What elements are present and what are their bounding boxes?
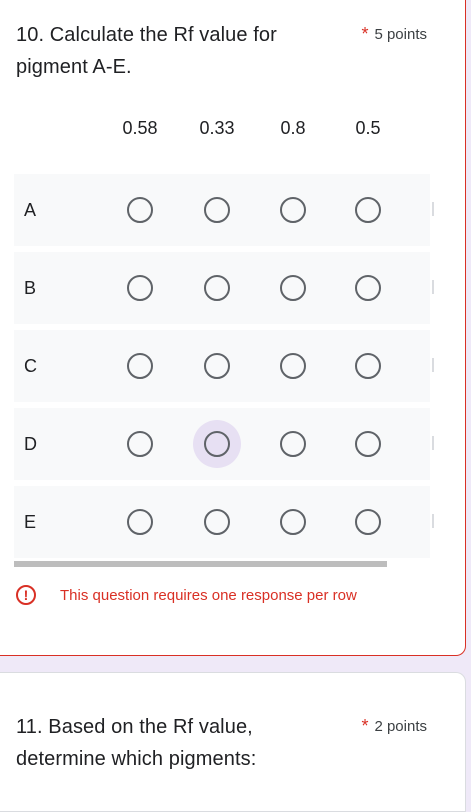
grid-row-a: A — [14, 174, 434, 246]
radio-circle-icon — [204, 197, 230, 223]
grid-row-c: C — [14, 330, 434, 402]
radio-a-0.58[interactable] — [116, 186, 164, 234]
row-label: C — [24, 356, 37, 376]
radio-e-0.58[interactable] — [116, 498, 164, 546]
row-label: E — [24, 512, 37, 532]
grid-row-b: B — [14, 252, 434, 324]
radio-circle-icon — [127, 509, 153, 535]
radio-circle-icon — [280, 197, 306, 223]
question-header: 11. Based on the Rf value, determine whi… — [16, 711, 451, 775]
radio-circle-icon — [204, 353, 230, 379]
grid-row-e: E — [14, 486, 434, 558]
radio-d-0.58[interactable] — [116, 420, 164, 468]
points-label: 2 points — [374, 718, 427, 735]
radio-e-0.5[interactable] — [344, 498, 392, 546]
radio-a-0.5[interactable] — [344, 186, 392, 234]
radio-circle-icon — [280, 353, 306, 379]
radio-c-0.5[interactable] — [344, 342, 392, 390]
radio-circle-icon — [355, 431, 381, 457]
radio-e-0.33[interactable] — [193, 498, 241, 546]
column-header: 0.58 — [122, 118, 158, 138]
row-edge-divider — [432, 280, 434, 294]
radio-c-0.33[interactable] — [193, 342, 241, 390]
radio-circle-icon — [280, 509, 306, 535]
radio-b-0.8[interactable] — [269, 264, 317, 312]
radio-a-0.8[interactable] — [269, 186, 317, 234]
radio-circle-icon — [355, 353, 381, 379]
radio-circle-icon — [280, 431, 306, 457]
radio-b-0.58[interactable] — [116, 264, 164, 312]
row-label: A — [24, 200, 37, 220]
column-header: 0.8 — [280, 118, 306, 138]
question-card-10: 10. Calculate the Rf value for pigment A… — [0, 0, 466, 656]
validation-error: ! This question requires one response pe… — [16, 585, 357, 605]
radio-circle-icon — [280, 275, 306, 301]
radio-circle-icon — [127, 197, 153, 223]
row-edge-divider — [432, 514, 434, 528]
question-title: 11. Based on the Rf value, determine whi… — [16, 716, 257, 770]
required-asterisk: * — [361, 24, 369, 44]
question-points: * 5 points — [361, 23, 427, 44]
radio-circle-icon — [127, 431, 153, 457]
radio-circle-icon — [204, 431, 230, 457]
radio-circle-icon — [204, 275, 230, 301]
radio-circle-icon — [127, 275, 153, 301]
grid-row-d: D — [14, 408, 434, 480]
radio-circle-icon — [355, 275, 381, 301]
radio-c-0.8[interactable] — [269, 342, 317, 390]
error-icon: ! — [16, 585, 36, 605]
radio-d-0.33[interactable] — [193, 420, 241, 468]
column-header: 0.33 — [199, 118, 235, 138]
question-points: * 2 points — [361, 715, 427, 736]
radio-circle-icon — [355, 509, 381, 535]
row-label: B — [24, 278, 37, 298]
question-header: 10. Calculate the Rf value for pigment A… — [16, 19, 451, 83]
row-edge-divider — [432, 436, 434, 450]
row-edge-divider — [432, 202, 434, 216]
radio-circle-icon — [127, 353, 153, 379]
required-asterisk: * — [361, 716, 369, 736]
radio-d-0.5[interactable] — [344, 420, 392, 468]
radio-b-0.33[interactable] — [193, 264, 241, 312]
radio-a-0.33[interactable] — [193, 186, 241, 234]
radio-c-0.58[interactable] — [116, 342, 164, 390]
column-header: 0.5 — [355, 118, 381, 138]
error-message: This question requires one response per … — [60, 586, 357, 604]
horizontal-scrollbar[interactable] — [14, 561, 387, 567]
radio-circle-icon — [204, 509, 230, 535]
radio-b-0.5[interactable] — [344, 264, 392, 312]
radio-circle-icon — [355, 197, 381, 223]
radio-d-0.8[interactable] — [269, 420, 317, 468]
row-label: D — [24, 434, 37, 454]
question-title: 10. Calculate the Rf value for pigment A… — [16, 24, 277, 78]
question-card-11: 11. Based on the Rf value, determine whi… — [0, 672, 466, 812]
points-label: 5 points — [374, 26, 427, 43]
radio-e-0.8[interactable] — [269, 498, 317, 546]
row-edge-divider — [432, 358, 434, 372]
